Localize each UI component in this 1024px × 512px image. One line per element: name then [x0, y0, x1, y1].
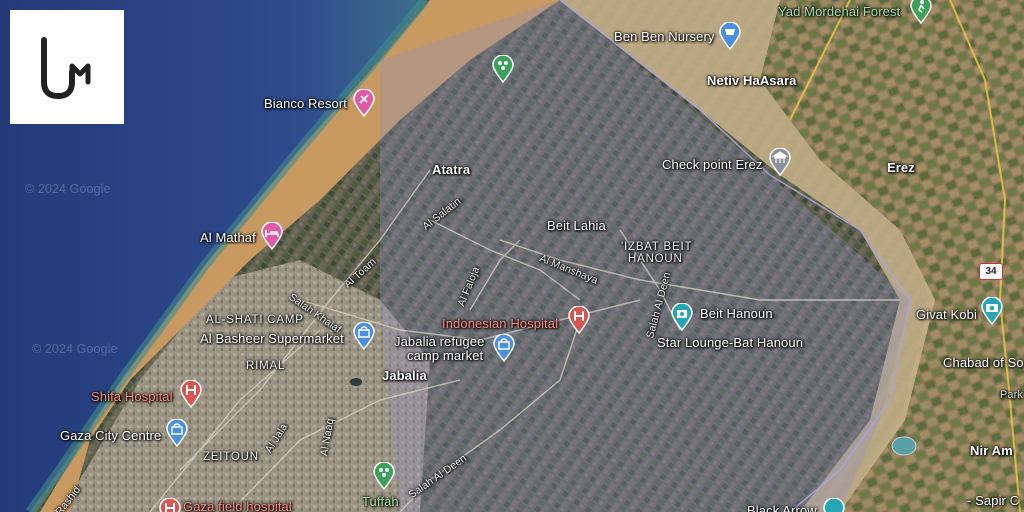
camera-pin-icon[interactable] — [981, 297, 1003, 325]
brand-logo[interactable] — [10, 10, 124, 124]
shopping-pin-icon[interactable] — [353, 322, 375, 350]
map-watermark: © 2024 Google — [32, 342, 118, 356]
place-label[interactable]: Beit Lahia — [547, 218, 606, 233]
park-pin-icon[interactable] — [373, 462, 395, 490]
place-label[interactable]: Tuffah — [362, 494, 399, 509]
map-watermark: © 2024 Google — [25, 182, 111, 196]
hospital-pin-icon[interactable] — [159, 498, 181, 512]
place-label[interactable]: Netiv HaAsara — [707, 73, 796, 88]
hospital-pin-icon[interactable] — [180, 380, 202, 408]
place-label[interactable]: Black Arrow — [747, 503, 817, 512]
place-label[interactable]: Givat Kobi — [916, 307, 977, 322]
place-label[interactable]: Al Mathaf — [200, 230, 256, 245]
place-label[interactable]: Erez — [887, 160, 915, 175]
map-view[interactable]: © 2024 Google © 2024 Google 34 Ben Ben N… — [0, 0, 1024, 512]
resort-pin-icon[interactable] — [353, 89, 375, 117]
um-logo-icon — [41, 37, 91, 100]
place-label[interactable]: Ben Ben Nursery — [614, 29, 715, 44]
place-label[interactable]: Shifa Hospital — [91, 389, 173, 404]
place-label[interactable]: Indonesian Hospital — [442, 316, 558, 331]
place-label[interactable]: camp market — [407, 348, 483, 363]
hospital-pin-icon[interactable] — [568, 306, 590, 334]
place-label[interactable]: Jabalia refugee — [394, 334, 484, 349]
attraction-pin-icon[interactable] — [823, 498, 845, 512]
place-label[interactable]: Jabalia — [382, 368, 427, 383]
hotel-pin-icon[interactable] — [261, 222, 283, 250]
district-label: AL-SHATI CAMP — [206, 314, 304, 326]
hiking-pin-icon[interactable] — [910, 0, 932, 24]
place-label[interactable]: Park — [1000, 389, 1023, 401]
place-label[interactable]: Atatra — [432, 162, 470, 177]
place-label[interactable]: Star Lounge-Bat Hanoun — [657, 335, 803, 350]
place-label[interactable]: Chabad of So — [943, 355, 1024, 370]
shopping-pin-icon[interactable] — [719, 22, 741, 50]
place-label[interactable]: Gaza City Centre — [60, 428, 161, 443]
attraction-pin-icon[interactable] — [671, 303, 693, 331]
place-label[interactable]: Bianco Resort — [264, 96, 347, 111]
place-label[interactable]: Nir Am — [970, 443, 1013, 458]
place-label[interactable]: Gaza field hospital — [183, 499, 292, 512]
shopping-pin-icon[interactable] — [493, 334, 515, 362]
park-pin-icon[interactable] — [492, 55, 514, 83]
place-label[interactable]: Al Basheer Supermarket — [200, 331, 344, 346]
district-label: ZEITOUN — [203, 451, 259, 463]
district-label: HANOUN — [628, 253, 683, 265]
place-label[interactable]: Beit Hanoun — [700, 306, 773, 321]
district-label: RIMAL — [246, 360, 286, 372]
place-label[interactable]: - Sapir C — [967, 493, 1019, 508]
road-34-shield: 34 — [979, 263, 1003, 280]
checkpoint-pin-icon[interactable] — [769, 148, 791, 176]
place-label[interactable]: Check point Erez — [662, 157, 763, 172]
place-label[interactable]: Yad Mordehai Forest — [778, 4, 900, 19]
district-label: 'IZBAT BEIT — [621, 241, 693, 253]
shopping-pin-icon[interactable] — [166, 419, 188, 447]
